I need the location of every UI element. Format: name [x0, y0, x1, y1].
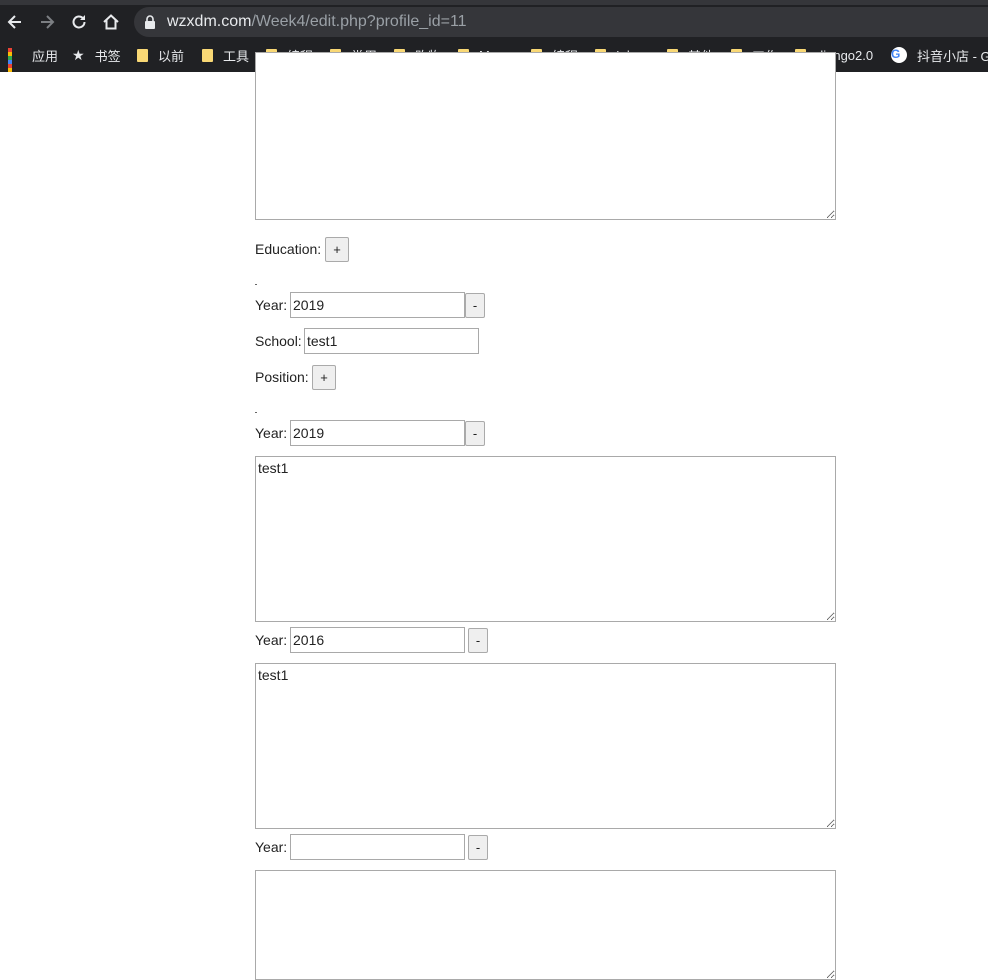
school-label: School: [255, 333, 302, 349]
education-label: Education: [255, 241, 322, 257]
position-year-input[interactable] [290, 627, 465, 653]
lock-icon [145, 15, 155, 29]
reload-icon [72, 15, 86, 29]
education-separator [255, 284, 257, 285]
position-year-label: Year: [255, 632, 288, 648]
url-text: wzxdm.com/Week4/edit.php?profile_id=11 [167, 13, 467, 31]
education-year-label: Year: [255, 297, 288, 313]
education-year-input[interactable] [290, 292, 465, 318]
remove-position-button[interactable]: - [468, 835, 488, 860]
position-separator [255, 412, 257, 413]
forward-button[interactable] [35, 10, 59, 34]
page-content: Education: + Year: - School: Position: +… [0, 52, 988, 980]
google-icon: G [891, 47, 907, 63]
bookmark-label: 应用 [32, 48, 59, 64]
add-position-button[interactable]: + [312, 365, 336, 390]
url-host: wzxdm.com [167, 13, 252, 30]
summary-textarea[interactable] [255, 52, 836, 220]
school-input[interactable] [304, 328, 479, 354]
back-button[interactable] [3, 10, 27, 34]
position-year-label: Year: [255, 839, 288, 855]
address-bar[interactable]: wzxdm.com/Week4/edit.php?profile_id=11 [134, 7, 988, 37]
add-education-button[interactable]: + [325, 237, 349, 262]
remove-position-button[interactable]: - [468, 628, 488, 653]
back-arrow-icon [7, 15, 21, 29]
position-description-textarea[interactable]: test1 [255, 663, 836, 829]
folder-icon [137, 48, 148, 62]
position-year-input[interactable] [290, 420, 465, 446]
bookmark-apps[interactable]: 应用 [8, 46, 59, 84]
bookmark-label: 工具 [223, 48, 250, 64]
forward-arrow-icon [41, 15, 55, 29]
remove-position-button[interactable]: - [465, 421, 485, 446]
remove-education-button[interactable]: - [465, 293, 485, 318]
folder-icon [202, 48, 213, 62]
bookmark-google[interactable]: G 抖音小店 - Go [891, 46, 988, 64]
tab-strip-edge [0, 0, 988, 5]
position-description-textarea[interactable]: test1 [255, 456, 836, 622]
bookmark-label: 抖音小店 - Go [917, 48, 988, 64]
bookmark-folder[interactable]: 以前 [137, 46, 184, 64]
position-description-textarea[interactable] [255, 870, 836, 980]
star-icon: ★ [72, 46, 85, 63]
bookmark-label: 书签 [94, 48, 121, 64]
position-label: Position: [255, 369, 309, 385]
position-year-input[interactable] [290, 834, 465, 860]
bookmark-label: 以前 [158, 48, 185, 64]
reload-button[interactable] [67, 10, 91, 34]
bookmark-folder[interactable]: 工具 [202, 46, 249, 64]
apps-grid-icon [8, 48, 22, 84]
home-icon [103, 14, 119, 30]
url-path: /Week4/edit.php?profile_id=11 [251, 13, 467, 30]
position-year-label: Year: [255, 425, 288, 441]
bookmark-star[interactable]: ★ 书签 [72, 46, 121, 64]
home-button[interactable] [99, 10, 123, 34]
